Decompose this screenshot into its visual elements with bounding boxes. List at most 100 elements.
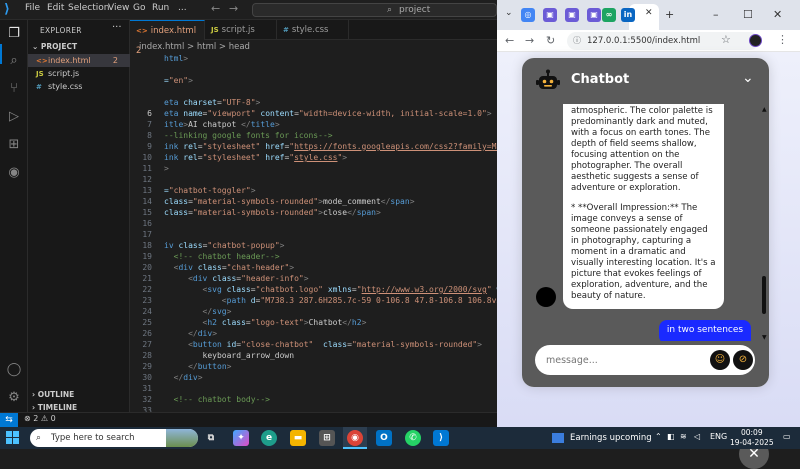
file-script-js[interactable]: JS script.js xyxy=(28,67,130,80)
menu-selection[interactable]: Selection xyxy=(68,3,109,13)
menu-go[interactable]: Go xyxy=(133,3,145,13)
command-search[interactable]: ⌕ project xyxy=(252,3,497,17)
new-tab-icon[interactable]: + xyxy=(665,8,674,21)
scroll-down-icon[interactable]: ▼ xyxy=(762,334,767,341)
chrome-icon[interactable]: ◉ xyxy=(347,430,363,446)
problem-badge: 2 xyxy=(112,56,118,65)
code-line: </div> xyxy=(173,373,203,382)
code-line: <div class="chat-header"> xyxy=(173,263,295,272)
browser-tab-icon[interactable]: ∞ xyxy=(602,8,616,22)
taskbar-search[interactable]: ⌕ Type here to search xyxy=(30,429,198,447)
copilot-icon[interactable]: ✦ xyxy=(233,430,249,446)
more-icon[interactable]: ··· xyxy=(112,22,122,33)
forward-arrow-icon[interactable]: → xyxy=(525,34,534,47)
taskbar-search-placeholder: Type here to search xyxy=(51,433,135,443)
close-window-icon[interactable]: ✕ xyxy=(773,8,782,21)
linkedin-icon[interactable]: in xyxy=(621,8,635,22)
search-icon: ⌕ xyxy=(387,5,393,15)
menu-more[interactable]: ... xyxy=(178,3,187,13)
account-icon[interactable]: ◯ xyxy=(6,362,22,378)
timeline-section[interactable]: › TIMELINE xyxy=(32,403,77,412)
browser-window: ⌄ ◎ ▣ ▣ ▣ ∞ in ✕ + – ☐ ✕ ← → ↻ ⓘ 127.0.0… xyxy=(497,0,800,469)
outlook-icon[interactable]: O xyxy=(376,430,392,446)
wifi-icon[interactable]: ≋ xyxy=(680,432,687,441)
vscode-taskbar-icon[interactable]: ⟩ xyxy=(433,430,449,446)
store-icon[interactable]: ⊞ xyxy=(319,430,335,446)
language-indicator[interactable]: ENG xyxy=(710,432,727,441)
browser-tab-icon[interactable]: ▣ xyxy=(543,8,557,22)
edge-icon[interactable]: e xyxy=(261,430,277,446)
code-editor[interactable]: html> ="en"> eta charset="UTF-8"> eta na… xyxy=(164,54,497,412)
code-line: ink rel="stylesheet" href="style.css"> xyxy=(164,153,348,162)
code-line: <!-- chatbot body--> xyxy=(173,395,270,404)
line-number: 10 xyxy=(142,153,152,162)
line-number: 15 xyxy=(142,208,152,217)
volume-icon[interactable]: ◁ xyxy=(694,432,700,441)
project-folder[interactable]: ⌄ PROJECT xyxy=(32,42,77,51)
tab-index-html[interactable]: <> index.html 2 xyxy=(130,20,205,56)
chat-body[interactable]: atmospheric. The color palette is predom… xyxy=(522,104,769,341)
minimize-icon[interactable]: – xyxy=(713,8,719,21)
project-folder-label: PROJECT xyxy=(40,42,78,51)
whatsapp-icon[interactable]: ✆ xyxy=(405,430,421,446)
clock-time: 00:09 xyxy=(740,428,763,437)
browser-menu-icon[interactable]: ⋮ xyxy=(777,33,788,46)
attach-icon[interactable]: ⊘ xyxy=(733,350,753,370)
remote-icon[interactable]: ⇆ xyxy=(0,413,18,428)
tab-list-icon[interactable]: ⌄ xyxy=(505,8,513,18)
code-line: eta name="viewport" content="width=devic… xyxy=(164,109,492,118)
chevron-down-icon[interactable]: ⌄ xyxy=(742,70,754,86)
system-clock[interactable]: 00:09 19-04-2025 xyxy=(730,428,774,448)
close-tab-icon[interactable]: ✕ xyxy=(645,8,653,18)
file-style-css[interactable]: # style.css xyxy=(28,80,130,93)
line-number: 6 xyxy=(147,109,152,118)
tab-style-css[interactable]: # style.css xyxy=(277,20,349,40)
menu-run[interactable]: Run xyxy=(152,3,169,13)
file-explorer-icon[interactable]: ▬ xyxy=(290,430,306,446)
line-number: 25 xyxy=(142,318,152,327)
source-control-icon[interactable]: ⑂ xyxy=(6,81,22,97)
news-widget[interactable]: Earnings upcoming xyxy=(552,431,652,445)
user-message: in two sentences xyxy=(659,320,751,341)
breadcrumb[interactable]: index.html > html > head xyxy=(130,41,497,54)
back-arrow-icon[interactable]: ← xyxy=(211,2,220,15)
search-highlight-image xyxy=(166,429,198,447)
reload-icon[interactable]: ↻ xyxy=(546,34,555,47)
back-arrow-icon[interactable]: ← xyxy=(505,34,514,47)
scroll-up-icon[interactable]: ▲ xyxy=(762,106,767,113)
chevron-up-icon[interactable]: ⌃ xyxy=(655,432,662,441)
gear-icon[interactable]: ⚙ xyxy=(6,390,22,406)
emoji-icon[interactable]: ☺ xyxy=(710,350,730,370)
menu-file[interactable]: File xyxy=(25,3,40,13)
problems-count[interactable]: ⊗ 2 ⚠ 0 xyxy=(24,414,56,423)
tray-app-icon[interactable]: ◧ xyxy=(667,432,675,441)
browser-tab-icon[interactable]: ◎ xyxy=(521,8,535,22)
browser-tab-icon[interactable]: ▣ xyxy=(587,8,601,22)
tab-script-js[interactable]: JS script.js xyxy=(205,20,277,40)
forward-arrow-icon[interactable]: → xyxy=(229,2,238,15)
file-index-html[interactable]: <>index.html 2 xyxy=(28,54,130,67)
explorer-icon[interactable]: ❐ xyxy=(6,26,22,42)
run-debug-icon[interactable]: ▷ xyxy=(6,109,22,125)
notification-icon[interactable]: ▭ xyxy=(783,432,791,441)
edge-icon[interactable]: ◉ xyxy=(6,165,22,181)
bookmark-star-icon[interactable]: ☆ xyxy=(721,33,731,46)
windows-start-icon[interactable] xyxy=(6,431,20,445)
status-bar: ⇆ ⊗ 2 ⚠ 0 xyxy=(0,412,497,428)
line-number: 12 xyxy=(142,175,152,184)
menu-edit[interactable]: Edit xyxy=(47,3,64,13)
line-number: 20 xyxy=(142,263,152,272)
outline-section[interactable]: › OUTLINE xyxy=(32,390,74,399)
profile-avatar[interactable] xyxy=(749,34,762,47)
browser-tab-icon[interactable]: ▣ xyxy=(565,8,579,22)
menu-view[interactable]: View xyxy=(108,3,129,13)
code-line: ="chatbot-toggler"> xyxy=(164,186,256,195)
address-bar-row: ← → ↻ ⓘ 127.0.0.1:5500/index.html ☆ ⋮ xyxy=(497,30,800,52)
maximize-icon[interactable]: ☐ xyxy=(743,8,753,21)
search-icon[interactable]: ⌕ xyxy=(6,53,22,69)
line-number: 26 xyxy=(142,329,152,338)
chat-scrollbar[interactable] xyxy=(762,276,766,314)
extensions-icon[interactable]: ⊞ xyxy=(6,137,22,153)
code-line: </svg> xyxy=(202,307,232,316)
task-view-icon[interactable]: ⧉ xyxy=(203,430,219,446)
